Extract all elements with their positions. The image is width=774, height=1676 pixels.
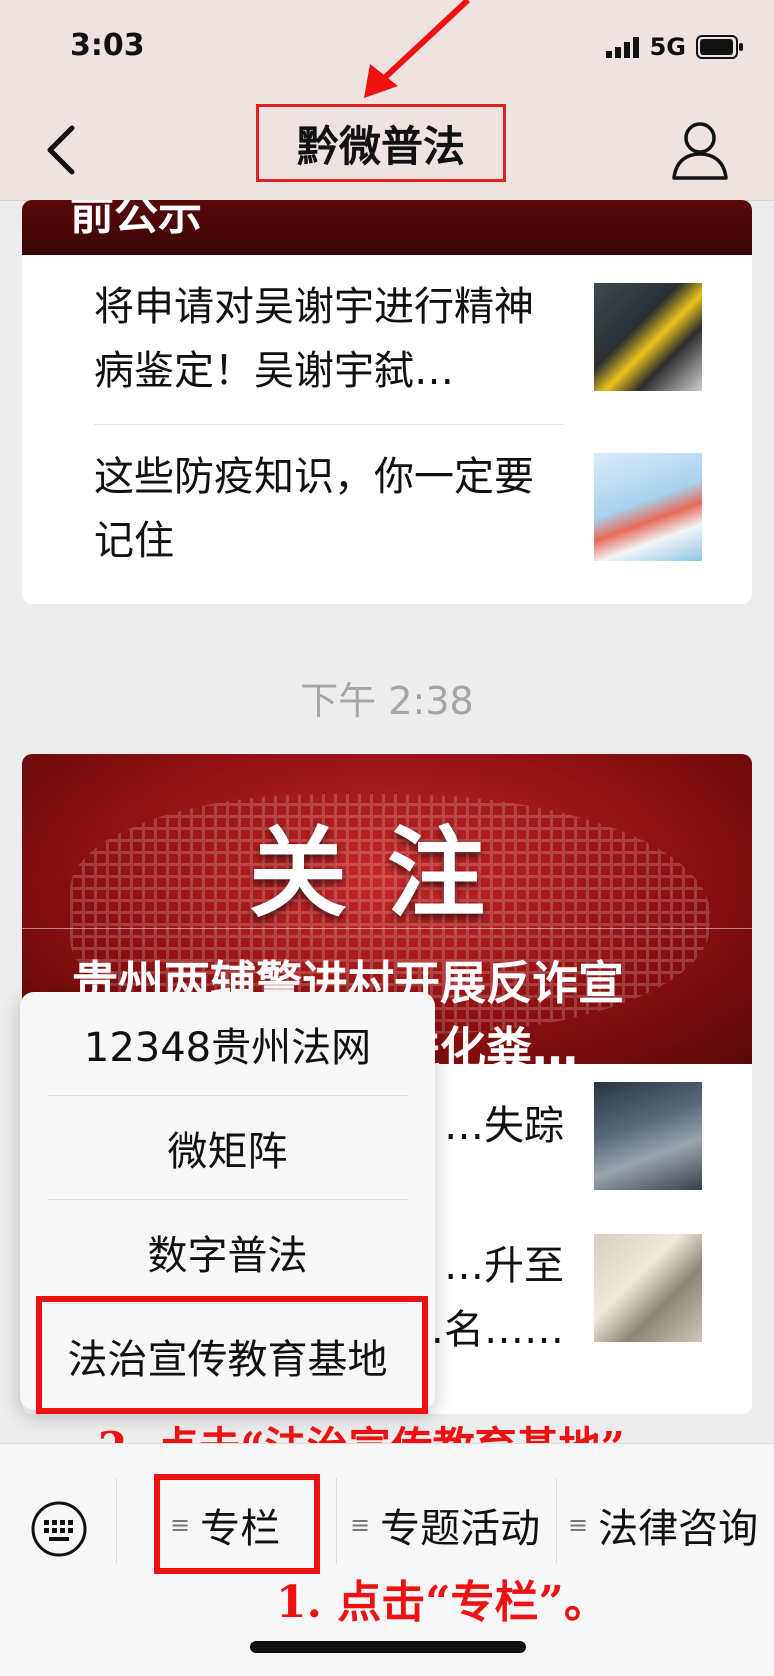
toolbar-divider <box>336 1478 337 1564</box>
menu-item-micro-matrix[interactable]: 微矩阵 <box>20 1096 435 1199</box>
annotation-step-1: 1. 点击“专栏”。 <box>276 1577 608 1628</box>
article-thumbnail <box>594 283 702 391</box>
banner-heading: 关注 <box>248 817 525 931</box>
toolbar-divider <box>116 1478 117 1564</box>
signal-icon <box>605 37 639 58</box>
back-icon[interactable] <box>38 120 98 180</box>
banner-rule <box>22 928 752 929</box>
profile-icon[interactable] <box>668 118 732 182</box>
article-thumbnail <box>594 1234 702 1342</box>
highlight-box-menu <box>36 1296 428 1414</box>
article-title: 这些防疫知识，你一定要记住 <box>94 454 534 564</box>
red-arrow-annotation <box>364 0 470 98</box>
tab-legal-consult[interactable]: ≡ 法律咨询 <box>568 1490 758 1560</box>
menu-lines-icon: ≡ <box>568 1511 589 1539</box>
article-thumbnail <box>594 1082 702 1190</box>
tab-label: 法律咨询 <box>598 1506 759 1552</box>
article-thumbnail <box>594 453 702 561</box>
message-timestamp: 下午 2:38 <box>300 679 474 723</box>
menu-item-digital-law[interactable]: 数字普法 <box>20 1200 435 1303</box>
toolbar-divider <box>556 1478 557 1564</box>
article-title: 将申请对吴谢宇进行精神病鉴定！吴谢宇弑… <box>94 284 534 394</box>
highlight-box-tab <box>154 1474 320 1574</box>
tab-special-events[interactable]: ≡ 专题活动 <box>350 1490 540 1560</box>
tab-label: 专题活动 <box>380 1506 541 1552</box>
keyboard-icon[interactable] <box>30 1500 88 1558</box>
menu-item-legal-network[interactable]: 12348贵州法网 <box>20 992 435 1095</box>
status-time: 3:03 <box>70 28 145 63</box>
battery-icon <box>696 35 743 59</box>
menu-lines-icon: ≡ <box>350 1511 371 1539</box>
status-icons: 5G <box>605 33 744 61</box>
home-indicator <box>250 1641 526 1653</box>
page-title: 黔微普法 <box>256 104 506 182</box>
list-item[interactable]: 这些防疫知识，你一定要记住 <box>72 425 702 575</box>
network-label: 5G <box>649 33 686 61</box>
banner-fragment-text: 前公示 <box>70 200 202 240</box>
banner-fragment: 前公示 <box>22 200 752 255</box>
article-card-top[interactable]: 前公示 将申请对吴谢宇进行精神病鉴定！吴谢宇弑… 这些防疫知识，你一定要记住 <box>22 200 752 604</box>
list-item[interactable]: 将申请对吴谢宇进行精神病鉴定！吴谢宇弑… <box>72 255 702 405</box>
